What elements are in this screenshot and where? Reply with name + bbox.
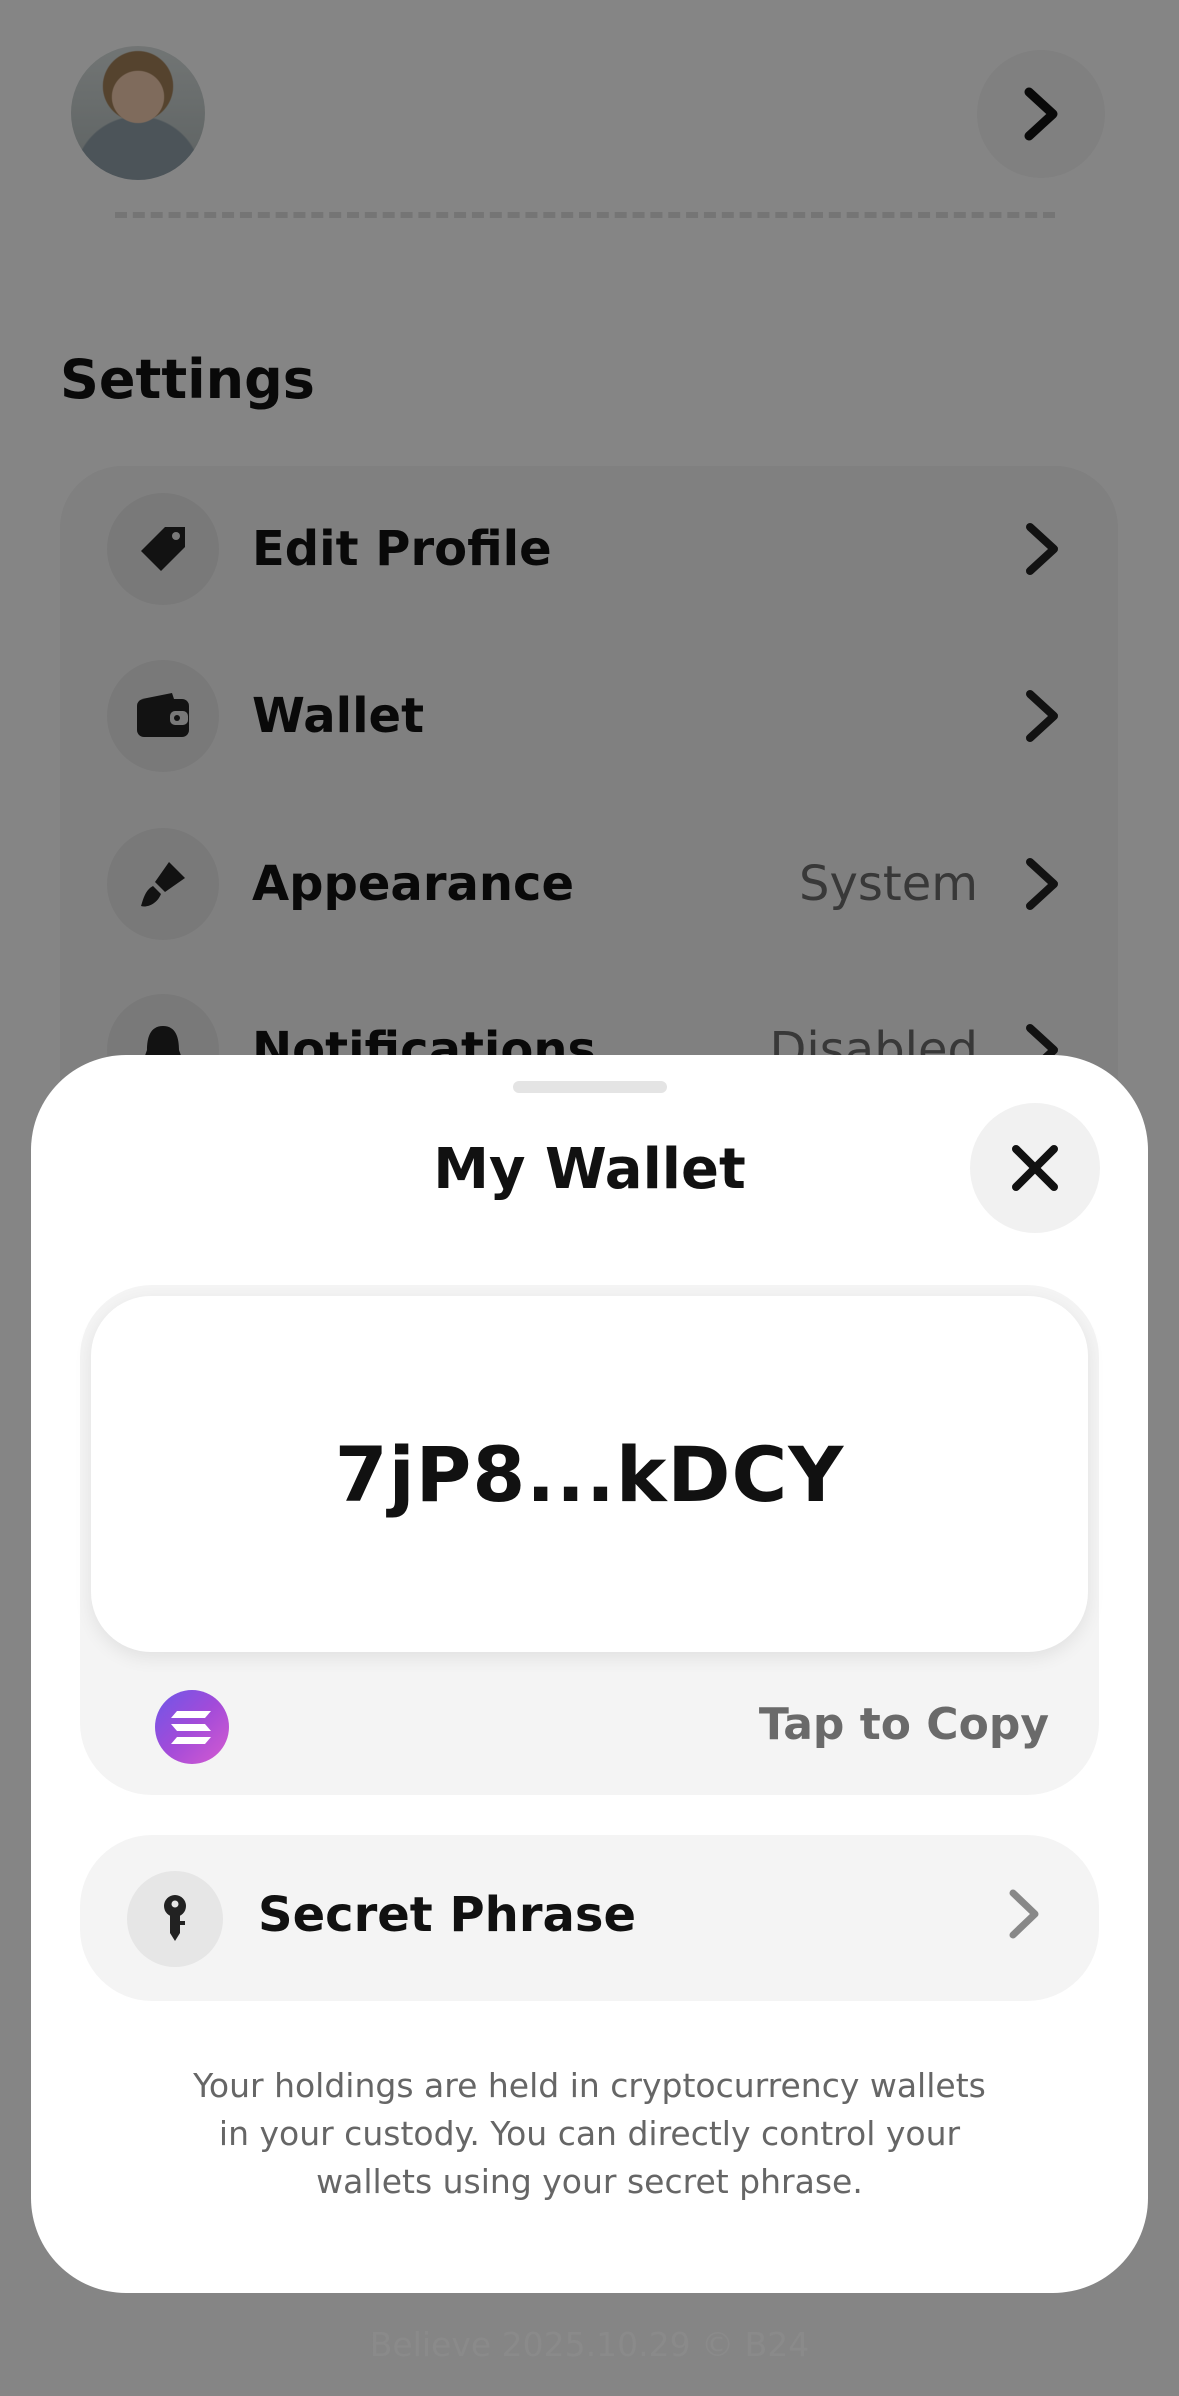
key-icon <box>127 1871 223 1967</box>
secret-phrase-label: Secret Phrase <box>258 1887 636 1943</box>
wallet-address: 7jP8...kDCY <box>334 1429 845 1519</box>
close-icon <box>1012 1145 1058 1191</box>
sheet-grabber[interactable] <box>513 1081 667 1093</box>
tap-to-copy-label[interactable]: Tap to Copy <box>759 1699 1049 1750</box>
wallet-address-card[interactable]: 7jP8...kDCY Tap to Copy <box>80 1285 1099 1795</box>
solana-icon <box>155 1690 229 1764</box>
custody-disclaimer: Your holdings are held in cryptocurrency… <box>193 2066 986 2201</box>
secret-phrase-button[interactable]: Secret Phrase <box>80 1835 1099 2001</box>
address-display[interactable]: 7jP8...kDCY <box>91 1296 1088 1652</box>
version-footer: Believe 2025.10.29 © B24 <box>369 2325 810 2364</box>
chevron-right-icon <box>1009 1889 1039 1939</box>
close-button[interactable] <box>970 1103 1100 1233</box>
wallet-sheet: My Wallet 7jP8...kDCY Tap to Copy Secret… <box>31 1055 1148 2293</box>
